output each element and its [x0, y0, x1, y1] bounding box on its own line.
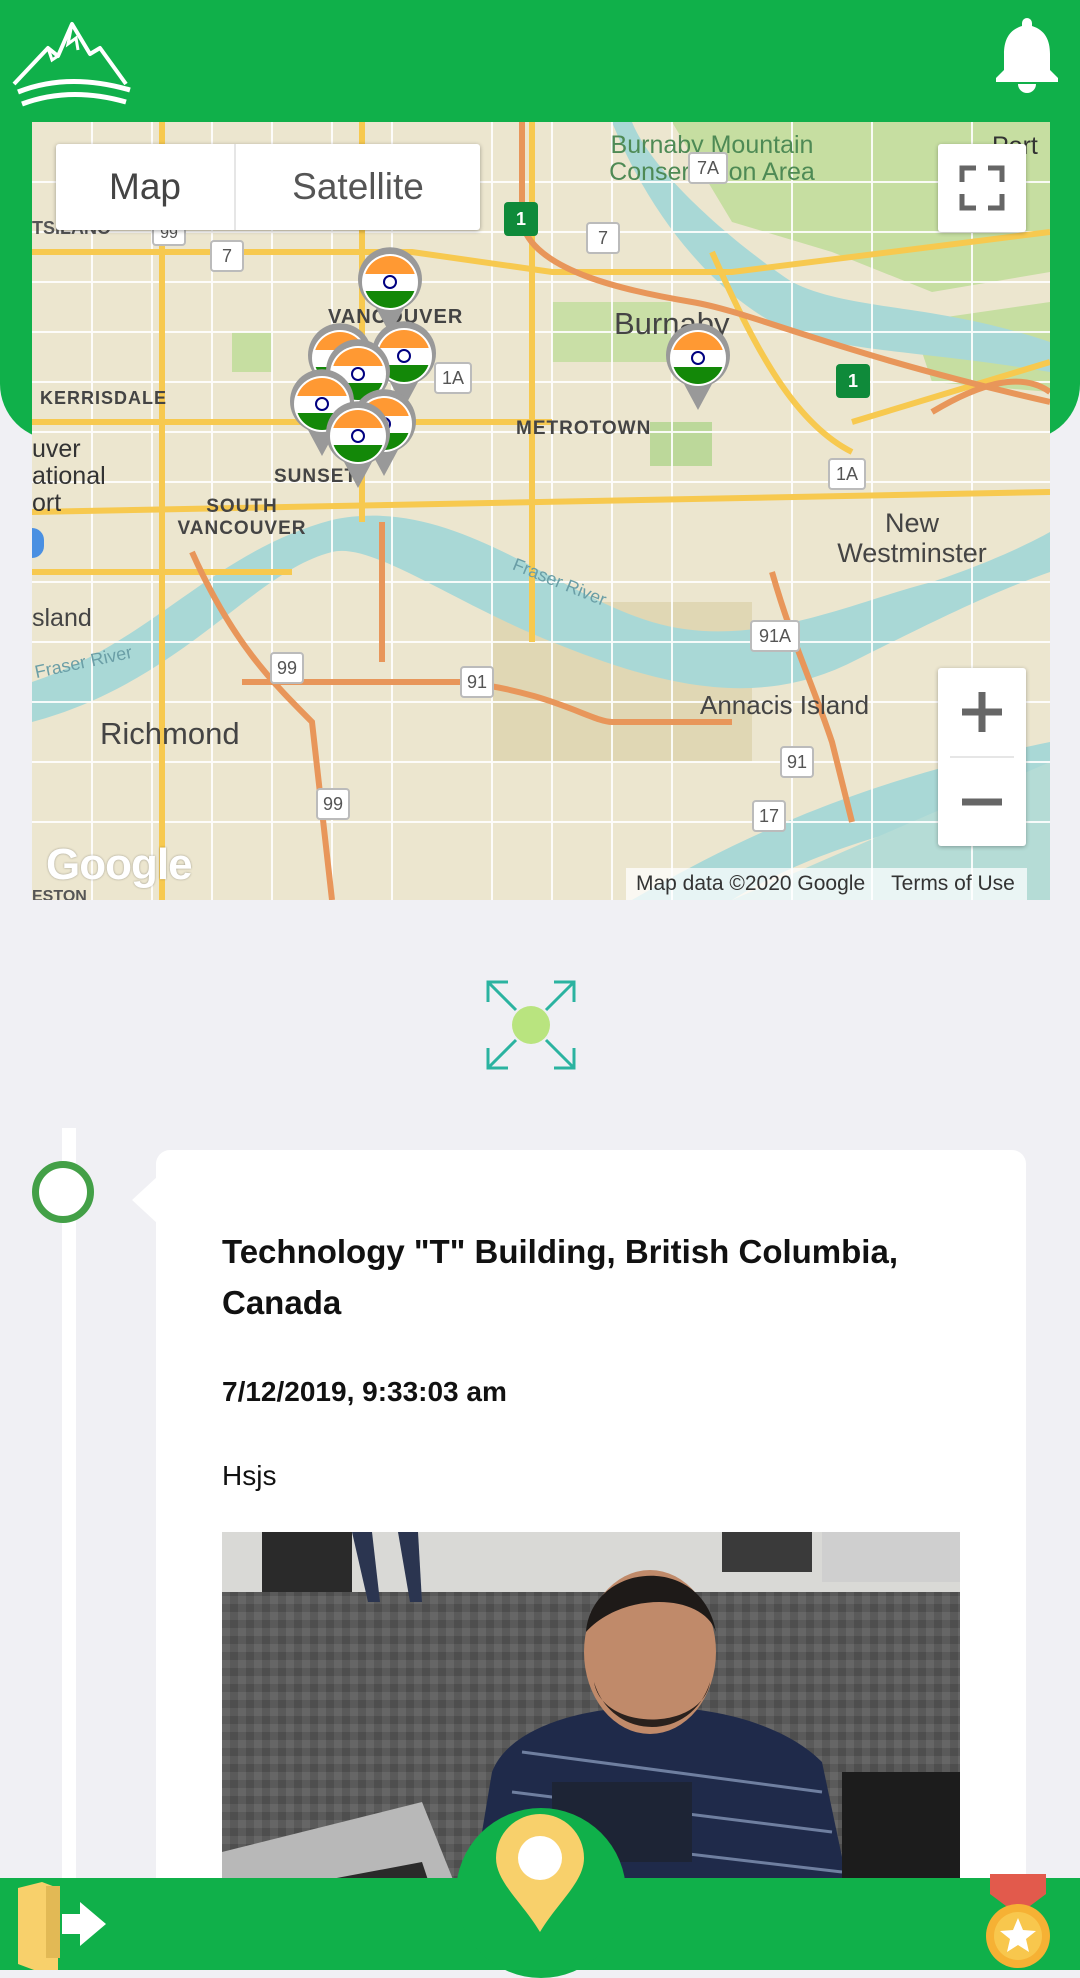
trans-canada-shield: 1 — [836, 364, 870, 398]
route-shield: 99 — [270, 652, 304, 684]
map-attribution: Map data ©2020 Google Terms of Use — [626, 868, 1027, 900]
route-shield: 1A — [828, 458, 866, 490]
mountain-logo-icon[interactable] — [8, 10, 134, 110]
post-card[interactable]: Technology "T" Building, British Columbi… — [156, 1150, 1026, 1930]
map-label-island: sland — [32, 604, 92, 632]
terms-of-use-link[interactable]: Terms of Use — [891, 872, 1015, 896]
route-shield: 91 — [780, 746, 814, 778]
flag-marker-icon[interactable] — [662, 322, 734, 412]
map-label-south-vancouver: SOUTH VANCOUVER — [177, 496, 307, 539]
timeline-line — [62, 1128, 76, 1888]
attribution-text: Map data ©2020 Google — [636, 872, 866, 895]
timeline-node — [32, 1161, 94, 1223]
route-shield: 17 — [752, 800, 786, 832]
map-type-satellite-button[interactable]: Satellite — [236, 144, 480, 230]
app-header — [0, 0, 1080, 122]
map-label-annacis: Annacis Island — [700, 690, 870, 720]
zoom-out-button[interactable] — [938, 758, 1026, 846]
map-type-map-button[interactable]: Map — [56, 144, 236, 230]
bell-icon[interactable] — [992, 16, 1062, 96]
fullscreen-icon — [959, 165, 1005, 211]
route-shield: 7A — [688, 152, 728, 184]
map-label-metrotown: METROTOWN — [516, 418, 652, 439]
map-type-control: Map Satellite — [56, 144, 480, 230]
fullscreen-button[interactable] — [938, 144, 1026, 232]
trans-canada-shield: 1 — [504, 202, 538, 236]
plus-icon — [962, 692, 1002, 732]
post-location-title: Technology "T" Building, British Columbi… — [222, 1233, 899, 1321]
map-label-kerrisdale: KERRISDALE — [40, 388, 168, 408]
card-pointer — [132, 1176, 158, 1224]
route-shield: 91 — [460, 666, 494, 698]
zoom-control — [938, 668, 1026, 846]
post-datetime: 7/12/2019, 9:33:03 am — [222, 1376, 507, 1407]
route-shield: 91A — [750, 620, 800, 652]
minus-icon — [962, 798, 1002, 806]
location-pin-icon[interactable] — [492, 1812, 588, 1934]
flag-marker-icon[interactable] — [322, 400, 394, 490]
expand-icon[interactable] — [484, 978, 578, 1072]
route-shield: 7 — [586, 222, 620, 254]
map-label-richmond: Richmond — [100, 716, 240, 751]
medal-star-icon[interactable] — [982, 1874, 1054, 1970]
logout-door-icon[interactable] — [14, 1880, 110, 1970]
map-label-new-westminster: New Westminster — [837, 508, 987, 568]
map-label-airport: uver ational ort — [32, 435, 106, 517]
post-note: Hsjs — [222, 1460, 277, 1491]
zoom-in-button[interactable] — [938, 668, 1026, 756]
map-view[interactable]: Burnaby Mountain Conservation Area Port … — [32, 122, 1050, 900]
route-shield: 99 — [316, 788, 350, 820]
route-shield: 7 — [210, 240, 244, 272]
google-watermark: Google — [46, 840, 193, 889]
